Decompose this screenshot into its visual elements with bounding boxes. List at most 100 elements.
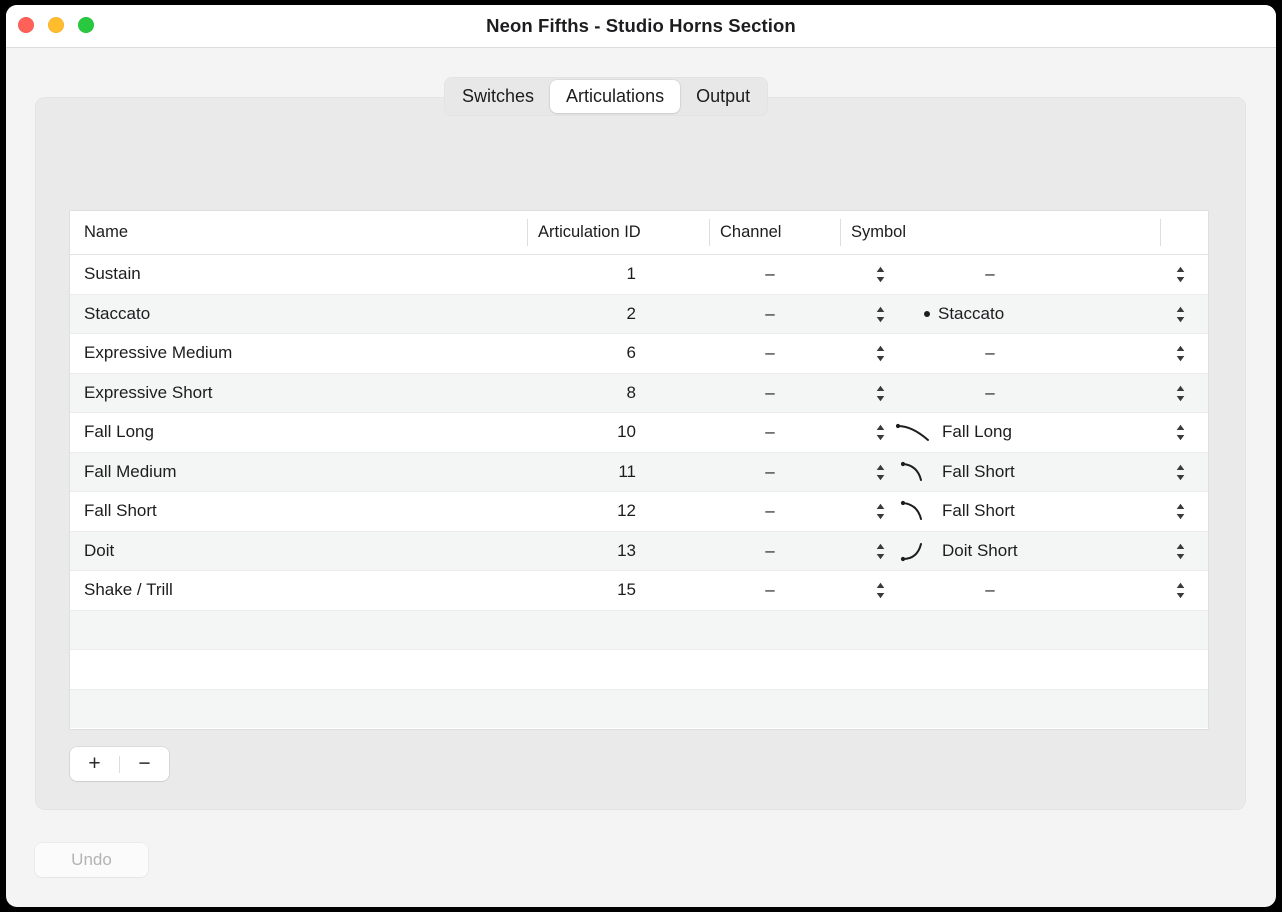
cell-name[interactable]: Fall Short bbox=[84, 492, 157, 531]
column-header-channel[interactable]: Channel bbox=[720, 211, 781, 254]
table-row[interactable]: Doit 13 – Doit Short bbox=[70, 532, 1208, 572]
staccato-dot-icon bbox=[890, 295, 938, 334]
channel-stepper-icon[interactable] bbox=[875, 424, 886, 441]
table-row[interactable]: Fall Short 12 – Fall Short bbox=[70, 492, 1208, 532]
cell-articulation-id[interactable]: 6 bbox=[510, 334, 636, 373]
cell-name[interactable]: Expressive Medium bbox=[84, 334, 232, 373]
cell-channel[interactable]: – bbox=[750, 334, 790, 373]
tab-bar: Switches Articulations Output bbox=[444, 77, 768, 116]
cell-articulation-id[interactable]: 8 bbox=[510, 374, 636, 413]
channel-stepper-icon[interactable] bbox=[875, 306, 886, 323]
cell-articulation-id[interactable] bbox=[510, 611, 636, 650]
table-row[interactable]: Staccato 2 – Staccato bbox=[70, 295, 1208, 335]
channel-stepper-icon[interactable] bbox=[875, 543, 886, 560]
channel-stepper-icon[interactable] bbox=[875, 345, 886, 362]
cell-symbol[interactable]: Staccato bbox=[938, 295, 1004, 334]
channel-stepper-icon[interactable] bbox=[875, 464, 886, 481]
cell-channel[interactable]: – bbox=[750, 255, 790, 294]
traffic-light-group bbox=[18, 17, 94, 33]
articulations-table: Name Articulation ID Channel Symbol Sust… bbox=[70, 211, 1208, 729]
channel-stepper-icon[interactable] bbox=[875, 582, 886, 599]
symbol-stepper-icon[interactable] bbox=[1175, 306, 1186, 323]
cell-symbol[interactable]: Fall Short bbox=[942, 453, 1015, 492]
cell-name[interactable]: Fall Long bbox=[84, 413, 154, 452]
column-divider-1[interactable] bbox=[527, 219, 528, 246]
cell-symbol[interactable]: – bbox=[970, 374, 1010, 413]
symbol-stepper-icon[interactable] bbox=[1175, 424, 1186, 441]
channel-stepper-icon[interactable] bbox=[875, 385, 886, 402]
cell-symbol[interactable]: Fall Long bbox=[942, 413, 1012, 452]
symbol-stepper-icon[interactable] bbox=[1175, 543, 1186, 560]
cell-name[interactable]: Doit bbox=[84, 532, 114, 571]
symbol-stepper-icon[interactable] bbox=[1175, 385, 1186, 402]
table-row[interactable]: Expressive Short 8 – – bbox=[70, 374, 1208, 414]
cell-symbol[interactable]: – bbox=[970, 334, 1010, 373]
table-body: Sustain1––Staccato2–StaccatoExpressive M… bbox=[70, 255, 1208, 728]
table-row[interactable]: Sustain 1 – – bbox=[70, 255, 1208, 295]
cell-symbol[interactable]: Doit Short bbox=[942, 532, 1018, 571]
channel-stepper-icon[interactable] bbox=[875, 266, 886, 283]
column-divider-3[interactable] bbox=[840, 219, 841, 246]
cell-channel[interactable]: – bbox=[750, 413, 790, 452]
cell-name[interactable]: Expressive Short bbox=[84, 374, 213, 413]
column-divider-4[interactable] bbox=[1160, 219, 1161, 246]
window-titlebar: Neon Fifths - Studio Horns Section bbox=[6, 5, 1276, 48]
cell-channel[interactable]: – bbox=[750, 532, 790, 571]
cell-articulation-id[interactable]: 1 bbox=[510, 255, 636, 294]
column-header-symbol[interactable]: Symbol bbox=[851, 211, 906, 254]
cell-symbol[interactable]: – bbox=[970, 571, 1010, 610]
fall-short-curve-icon bbox=[890, 492, 938, 531]
column-header-articulation-id[interactable]: Articulation ID bbox=[538, 211, 641, 254]
tab-switches[interactable]: Switches bbox=[446, 80, 550, 113]
table-header-row: Name Articulation ID Channel Symbol bbox=[70, 211, 1208, 255]
minimize-button[interactable] bbox=[48, 17, 64, 33]
table-row[interactable] bbox=[70, 650, 1208, 690]
fall-long-curve-icon bbox=[890, 413, 938, 452]
table-row[interactable] bbox=[70, 690, 1208, 729]
cell-symbol[interactable]: – bbox=[970, 255, 1010, 294]
zoom-button[interactable] bbox=[78, 17, 94, 33]
table-row[interactable]: Fall Medium 11 – Fall Short bbox=[70, 453, 1208, 493]
cell-articulation-id[interactable]: 11 bbox=[510, 453, 636, 492]
add-remove-control: + − bbox=[70, 747, 169, 781]
symbol-stepper-icon[interactable] bbox=[1175, 345, 1186, 362]
cell-channel[interactable]: – bbox=[750, 571, 790, 610]
cell-articulation-id[interactable] bbox=[510, 650, 636, 689]
cell-articulation-id[interactable]: 13 bbox=[510, 532, 636, 571]
undo-button[interactable]: Undo bbox=[35, 843, 148, 877]
symbol-stepper-icon[interactable] bbox=[1175, 582, 1186, 599]
fall-short-curve-icon bbox=[890, 453, 938, 492]
doit-curve-icon bbox=[890, 532, 938, 571]
table-row[interactable]: Fall Long 10 – Fall Long bbox=[70, 413, 1208, 453]
cell-articulation-id[interactable]: 15 bbox=[510, 571, 636, 610]
symbol-stepper-icon[interactable] bbox=[1175, 464, 1186, 481]
channel-stepper-icon[interactable] bbox=[875, 503, 886, 520]
cell-channel[interactable]: – bbox=[750, 492, 790, 531]
remove-articulation-button[interactable]: − bbox=[120, 747, 169, 781]
cell-articulation-id[interactable]: 10 bbox=[510, 413, 636, 452]
cell-channel[interactable]: – bbox=[750, 295, 790, 334]
symbol-stepper-icon[interactable] bbox=[1175, 503, 1186, 520]
cell-name[interactable]: Shake / Trill bbox=[84, 571, 173, 610]
window-title: Neon Fifths - Studio Horns Section bbox=[6, 5, 1276, 47]
cell-name[interactable]: Staccato bbox=[84, 295, 150, 334]
close-button[interactable] bbox=[18, 17, 34, 33]
tab-articulations[interactable]: Articulations bbox=[550, 80, 680, 113]
cell-channel[interactable]: – bbox=[750, 453, 790, 492]
tab-output[interactable]: Output bbox=[680, 80, 766, 113]
column-divider-2[interactable] bbox=[709, 219, 710, 246]
column-header-name[interactable]: Name bbox=[84, 211, 128, 254]
cell-name[interactable]: Fall Medium bbox=[84, 453, 177, 492]
symbol-stepper-icon[interactable] bbox=[1175, 266, 1186, 283]
cell-name[interactable]: Sustain bbox=[84, 255, 141, 294]
table-row[interactable] bbox=[70, 611, 1208, 651]
add-articulation-button[interactable]: + bbox=[70, 747, 119, 781]
table-row[interactable]: Expressive Medium 6 – – bbox=[70, 334, 1208, 374]
cell-symbol[interactable]: Fall Short bbox=[942, 492, 1015, 531]
cell-articulation-id[interactable]: 2 bbox=[510, 295, 636, 334]
cell-channel[interactable]: – bbox=[750, 374, 790, 413]
articulations-panel: Name Articulation ID Channel Symbol Sust… bbox=[35, 97, 1246, 810]
cell-articulation-id[interactable]: 12 bbox=[510, 492, 636, 531]
table-row[interactable]: Shake / Trill 15 – – bbox=[70, 571, 1208, 611]
cell-articulation-id[interactable] bbox=[510, 690, 636, 729]
